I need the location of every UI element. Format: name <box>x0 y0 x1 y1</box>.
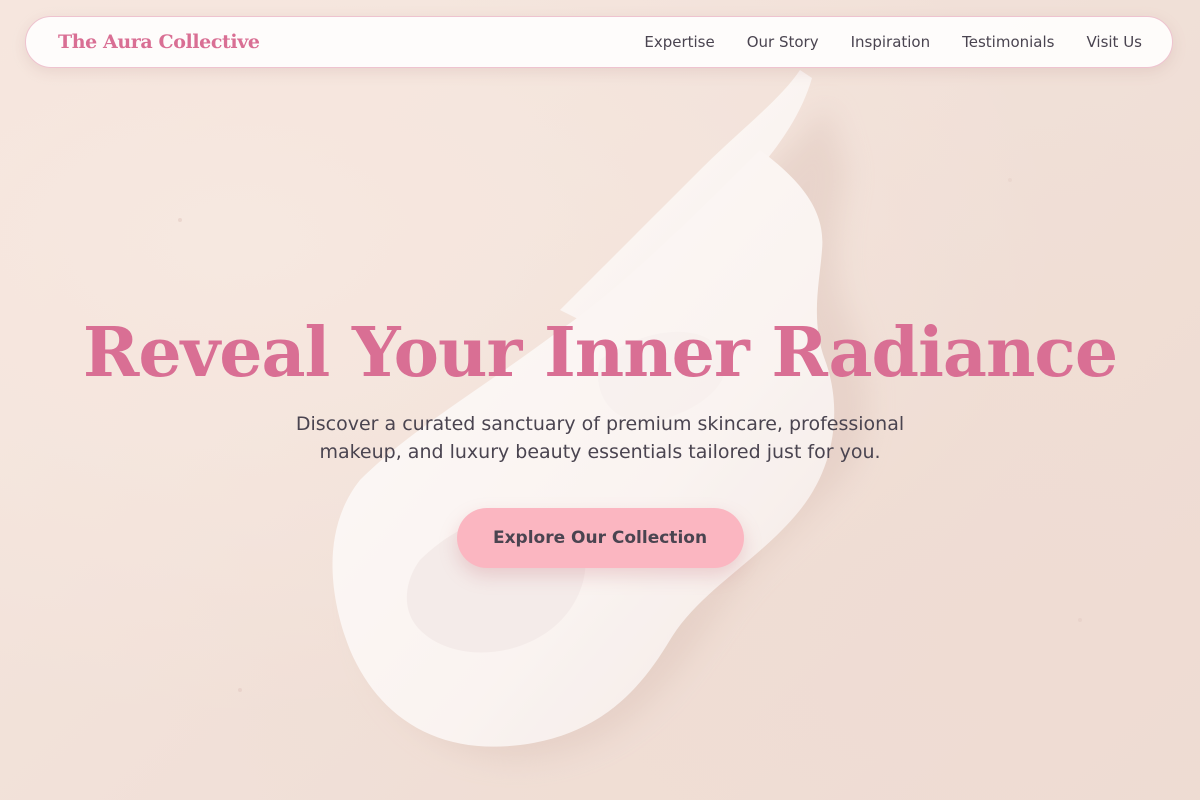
brand-logo[interactable]: The Aura Collective <box>58 31 260 53</box>
hero-title: Reveal Your Inner Radiance <box>82 313 1118 393</box>
nav-link-inspiration[interactable]: Inspiration <box>851 33 931 51</box>
nav-link-visit-us[interactable]: Visit Us <box>1086 33 1142 51</box>
nav-link-expertise[interactable]: Expertise <box>644 33 714 51</box>
hero-section: Reveal Your Inner Radiance Discover a cu… <box>0 308 1200 568</box>
nav-link-testimonials[interactable]: Testimonials <box>962 33 1054 51</box>
nav-links: Expertise Our Story Inspiration Testimon… <box>644 33 1142 51</box>
hero-subtitle: Discover a curated sanctuary of premium … <box>295 413 905 463</box>
nav-link-our-story[interactable]: Our Story <box>747 33 819 51</box>
top-navbar: The Aura Collective Expertise Our Story … <box>25 16 1173 68</box>
explore-collection-button[interactable]: Explore Our Collection <box>456 508 744 568</box>
